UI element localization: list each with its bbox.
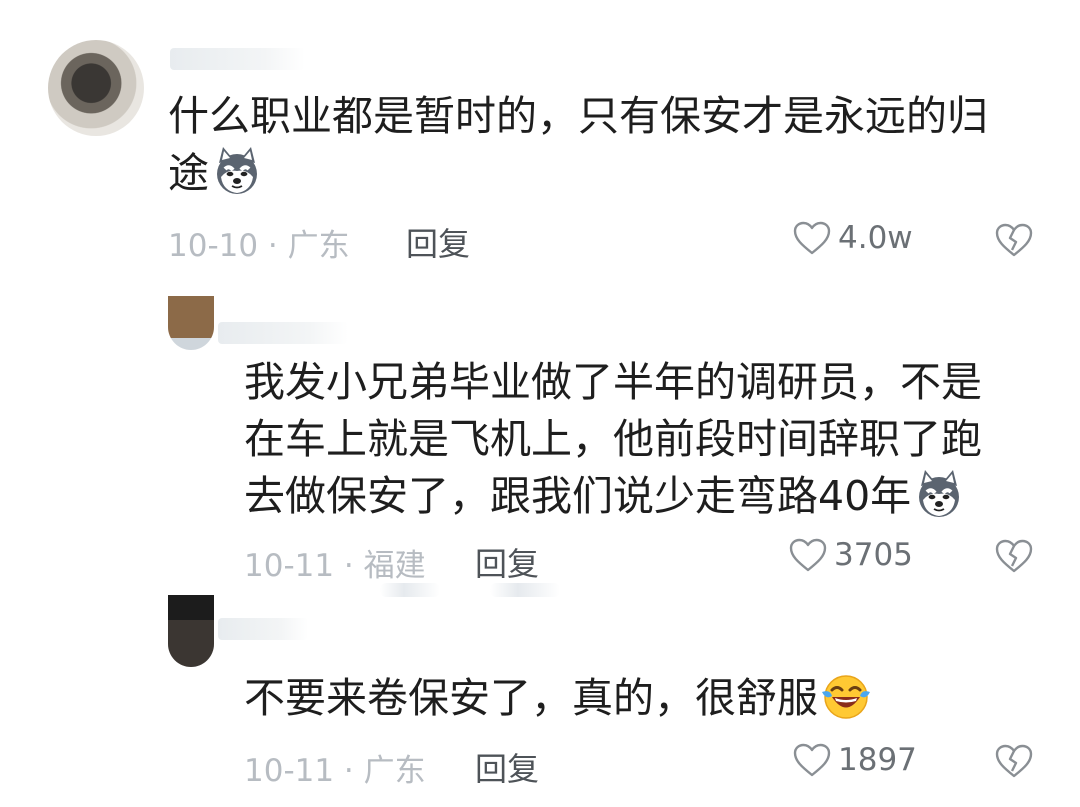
comment-body: 我发小兄弟毕业做了半年的调研员，不是在车上就是飞机上，他前段时间辞职了跑去做保安…: [244, 358, 982, 520]
comment-list: 什么职业都是暂时的，只有保安才是永远的归途 10-10 · 广东 回复 4.0w…: [0, 0, 1080, 807]
laughing-tears-emoji: [820, 670, 872, 722]
like-count: 1897: [838, 742, 917, 778]
like-button[interactable]: 4.0w: [792, 220, 913, 256]
heart-outline-icon: [788, 537, 828, 573]
reply-button[interactable]: 回复: [475, 539, 539, 585]
avatar[interactable]: [48, 40, 144, 136]
husky-dog-emoji: [211, 145, 263, 197]
comment-date-location: 10-11 · 广东: [244, 753, 426, 789]
like-count: 3705: [834, 537, 913, 573]
avatar[interactable]: [168, 595, 214, 667]
like-count: 4.0w: [838, 220, 913, 256]
comment-body: 什么职业都是暂时的，只有保安才是永远的归途: [168, 92, 988, 197]
like-button[interactable]: 1897: [792, 742, 917, 778]
broken-heart-icon[interactable]: [994, 743, 1034, 779]
username-blurred: [170, 48, 305, 70]
like-button[interactable]: 3705: [788, 537, 913, 573]
broken-heart-icon[interactable]: [994, 538, 1034, 574]
comment-date-location: 10-10 · 广东: [168, 228, 350, 264]
comment-body: 不要来卷保安了，真的，很舒服: [244, 674, 818, 722]
reply-button[interactable]: 回复: [475, 744, 539, 790]
husky-dog-emoji: [913, 468, 965, 520]
comment-text: 什么职业都是暂时的，只有保安才是永远的归途: [168, 88, 1028, 202]
comment-text: 不要来卷保安了，真的，很舒服: [244, 670, 1014, 727]
heart-outline-icon: [792, 220, 832, 256]
blur-smudge: [490, 583, 560, 597]
username-blurred: [218, 618, 308, 640]
comment-date-location: 10-11 · 福建: [244, 548, 426, 584]
username-blurred: [218, 322, 348, 344]
comment-text: 我发小兄弟毕业做了半年的调研员，不是在车上就是飞机上，他前段时间辞职了跑去做保安…: [244, 354, 1014, 525]
heart-outline-icon: [792, 742, 832, 778]
reply-button[interactable]: 回复: [406, 219, 470, 265]
broken-heart-icon[interactable]: [994, 222, 1034, 258]
blur-smudge: [380, 583, 440, 597]
avatar[interactable]: [168, 296, 214, 350]
